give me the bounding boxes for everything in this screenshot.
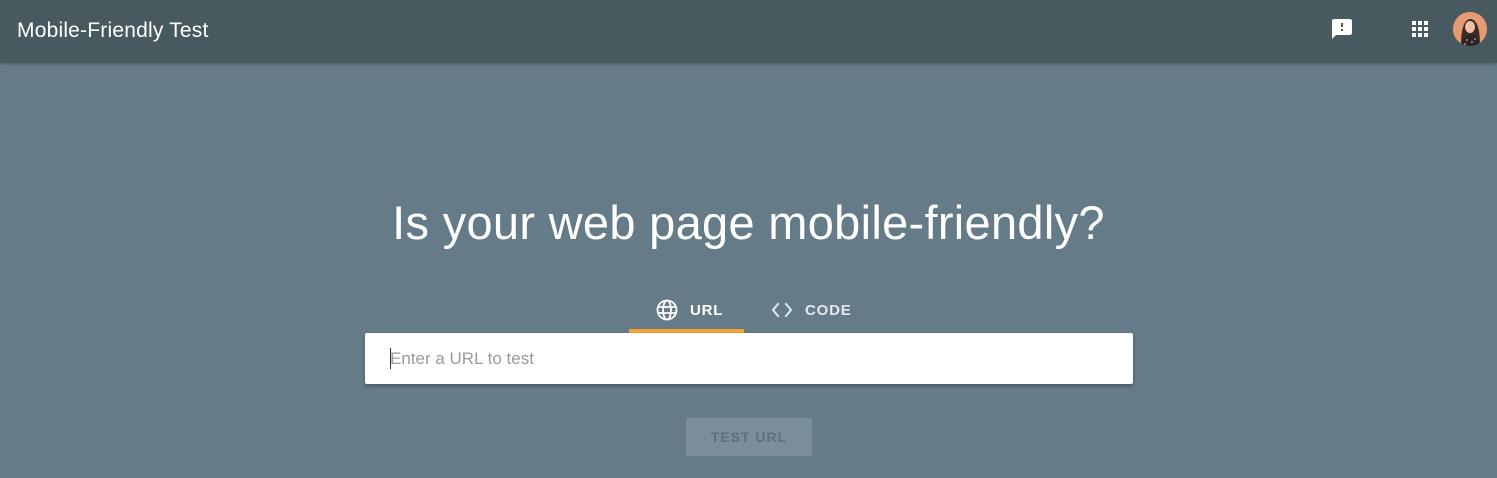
tab-url-label: URL [690, 301, 724, 319]
globe-icon [655, 298, 679, 322]
tab-code[interactable]: CODE [744, 287, 864, 333]
code-icon [770, 298, 794, 322]
url-input[interactable] [365, 333, 1133, 384]
tab-code-label: CODE [805, 301, 852, 319]
text-caret [390, 348, 391, 369]
top-app-bar: Mobile-Friendly Test [0, 0, 1497, 63]
app-title: Mobile-Friendly Test [17, 19, 209, 42]
page-headline: Is your web page mobile-friendly? [392, 196, 1105, 249]
input-mode-tabs: URL CODE [629, 287, 864, 333]
user-avatar[interactable] [1453, 12, 1487, 46]
apps-grid-icon[interactable] [1407, 16, 1433, 42]
test-url-button[interactable]: TEST URL [686, 418, 812, 456]
feedback-icon[interactable] [1329, 16, 1355, 42]
tab-url[interactable]: URL [629, 287, 744, 333]
url-input-container [365, 333, 1133, 384]
